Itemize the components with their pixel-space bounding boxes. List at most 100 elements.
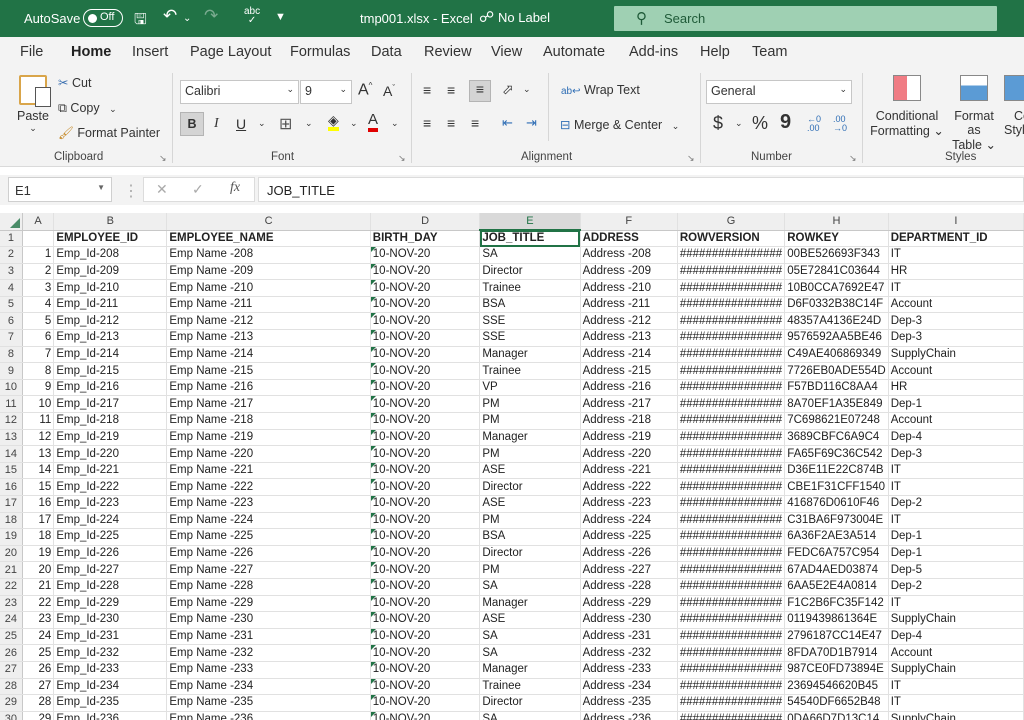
tab-review[interactable]: Review: [424, 44, 472, 60]
row-header[interactable]: 15: [0, 462, 23, 480]
header-cell[interactable]: EMPLOYEE_ID: [53, 230, 168, 248]
cell[interactable]: Account: [888, 362, 1024, 380]
cell[interactable]: Emp_Id-209: [53, 263, 168, 281]
cell[interactable]: 14: [22, 462, 55, 480]
row-header[interactable]: 10: [0, 379, 23, 397]
cell[interactable]: Emp_Id-230: [53, 611, 168, 629]
cell[interactable]: IT: [888, 462, 1024, 480]
enter-icon[interactable]: ✓: [192, 181, 204, 198]
row-header[interactable]: 27: [0, 661, 23, 679]
header-cell[interactable]: ADDRESS: [580, 230, 678, 248]
spelling-icon[interactable]: abc ✓: [244, 7, 260, 26]
cell[interactable]: ################: [677, 578, 786, 596]
cell[interactable]: 12: [22, 429, 55, 447]
comma-style-button[interactable]: 9: [780, 111, 791, 134]
font-name-select[interactable]: Calibri ⌄: [180, 80, 299, 104]
cell[interactable]: 67AD4AED03874: [784, 561, 889, 579]
align-top-icon[interactable]: ≡: [423, 82, 431, 98]
row-header[interactable]: 20: [0, 545, 23, 563]
paste-dropdown-icon[interactable]: ⌄: [14, 123, 52, 134]
cell[interactable]: Manager: [479, 661, 581, 679]
format-painter-button[interactable]: 🖌 Format Painter: [58, 126, 160, 141]
cell[interactable]: ################: [677, 429, 786, 447]
row-header[interactable]: 19: [0, 528, 23, 546]
cell[interactable]: 00BE526693F343: [784, 246, 889, 264]
cell[interactable]: Director: [479, 263, 581, 281]
cell[interactable]: Emp_Id-212: [53, 312, 168, 331]
cell[interactable]: ################: [677, 395, 786, 414]
cell[interactable]: C49AE406869349: [784, 346, 889, 364]
cell[interactable]: Emp_Id-211: [53, 296, 168, 314]
cell[interactable]: Emp Name -225: [166, 528, 371, 546]
cell[interactable]: 10-NOV-20: [370, 478, 481, 496]
cell[interactable]: 23: [22, 611, 55, 629]
cell[interactable]: Address -208: [580, 246, 678, 264]
cell[interactable]: ################: [677, 462, 786, 480]
cell[interactable]: Director: [479, 478, 581, 496]
cell[interactable]: 9576592AA5BE46: [784, 329, 889, 347]
cell[interactable]: Dep-1: [888, 545, 1024, 563]
cell[interactable]: 10-NOV-20: [370, 279, 481, 297]
cell[interactable]: SupplyChain: [888, 346, 1024, 364]
cell[interactable]: ################: [677, 644, 786, 662]
cell[interactable]: Emp Name -227: [166, 561, 371, 579]
cell[interactable]: Emp Name -215: [166, 362, 371, 380]
formula-input[interactable]: JOB_TITLE: [258, 177, 1024, 202]
cell[interactable]: Emp_Id-236: [53, 711, 168, 720]
column-header-e[interactable]: E: [479, 213, 581, 231]
cell[interactable]: 1: [22, 246, 55, 264]
cell[interactable]: SupplyChain: [888, 611, 1024, 629]
copy-button[interactable]: ⧉ Copy ⌄: [58, 101, 117, 116]
cell[interactable]: 27: [22, 678, 55, 696]
cell[interactable]: ################: [677, 346, 786, 364]
cell[interactable]: 29: [22, 711, 55, 720]
number-format-select[interactable]: General ⌄: [706, 80, 852, 104]
cell[interactable]: HR: [888, 263, 1024, 281]
align-center-icon[interactable]: ≡: [447, 115, 455, 131]
cell[interactable]: 15: [22, 478, 55, 496]
cell[interactable]: 987CE0FD73894E: [784, 661, 889, 679]
cell[interactable]: ################: [677, 445, 786, 463]
row-header[interactable]: 25: [0, 628, 23, 646]
cell[interactable]: Address -226: [580, 545, 678, 563]
cell[interactable]: 48357A4136E24D: [784, 312, 889, 331]
row-header[interactable]: 13: [0, 429, 23, 447]
cell[interactable]: Address -234: [580, 678, 678, 696]
autosave-toggle[interactable]: Off: [83, 9, 123, 27]
row-header[interactable]: 12: [0, 412, 23, 430]
cell[interactable]: 10-NOV-20: [370, 462, 481, 480]
cell[interactable]: ASE: [479, 611, 581, 629]
cell[interactable]: 10-NOV-20: [370, 512, 481, 530]
cell[interactable]: Dep-4: [888, 628, 1024, 646]
cell[interactable]: Address -236: [580, 711, 678, 720]
font-color-dropdown-icon[interactable]: ⌄: [391, 118, 399, 129]
alignment-launcher-icon[interactable]: ↘: [687, 153, 695, 164]
italic-button[interactable]: I: [214, 116, 219, 132]
cell[interactable]: 8FDA70D1B7914: [784, 644, 889, 662]
cell[interactable]: Emp Name -232: [166, 644, 371, 662]
borders-icon[interactable]: ⊞: [279, 114, 292, 134]
cell[interactable]: Address -213: [580, 329, 678, 347]
cell[interactable]: Emp Name -216: [166, 379, 371, 397]
cell[interactable]: Emp Name -214: [166, 346, 371, 364]
tab-help[interactable]: Help: [700, 44, 730, 60]
cell[interactable]: Address -210: [580, 279, 678, 297]
cell[interactable]: Emp Name -211: [166, 296, 371, 314]
cell[interactable]: Director: [479, 545, 581, 563]
align-middle-icon[interactable]: ≡: [447, 82, 455, 98]
cell[interactable]: Emp Name -234: [166, 678, 371, 696]
cell[interactable]: ASE: [479, 462, 581, 480]
cell[interactable]: 0119439861364E: [784, 611, 889, 629]
cell[interactable]: 4: [22, 296, 55, 314]
cell[interactable]: ################: [677, 379, 786, 397]
cancel-icon[interactable]: ✕: [156, 181, 168, 198]
tab-view[interactable]: View: [491, 44, 522, 60]
row-header[interactable]: 2: [0, 246, 23, 264]
tab-page-layout[interactable]: Page Layout: [190, 44, 271, 60]
cell[interactable]: Emp Name -223: [166, 495, 371, 513]
cell[interactable]: 10-NOV-20: [370, 362, 481, 380]
cell-styles-button[interactable]: Cell Styles: [1004, 75, 1024, 137]
cell[interactable]: 13: [22, 445, 55, 463]
cell[interactable]: Dep-2: [888, 578, 1024, 596]
cell[interactable]: Emp_Id-213: [53, 329, 168, 347]
